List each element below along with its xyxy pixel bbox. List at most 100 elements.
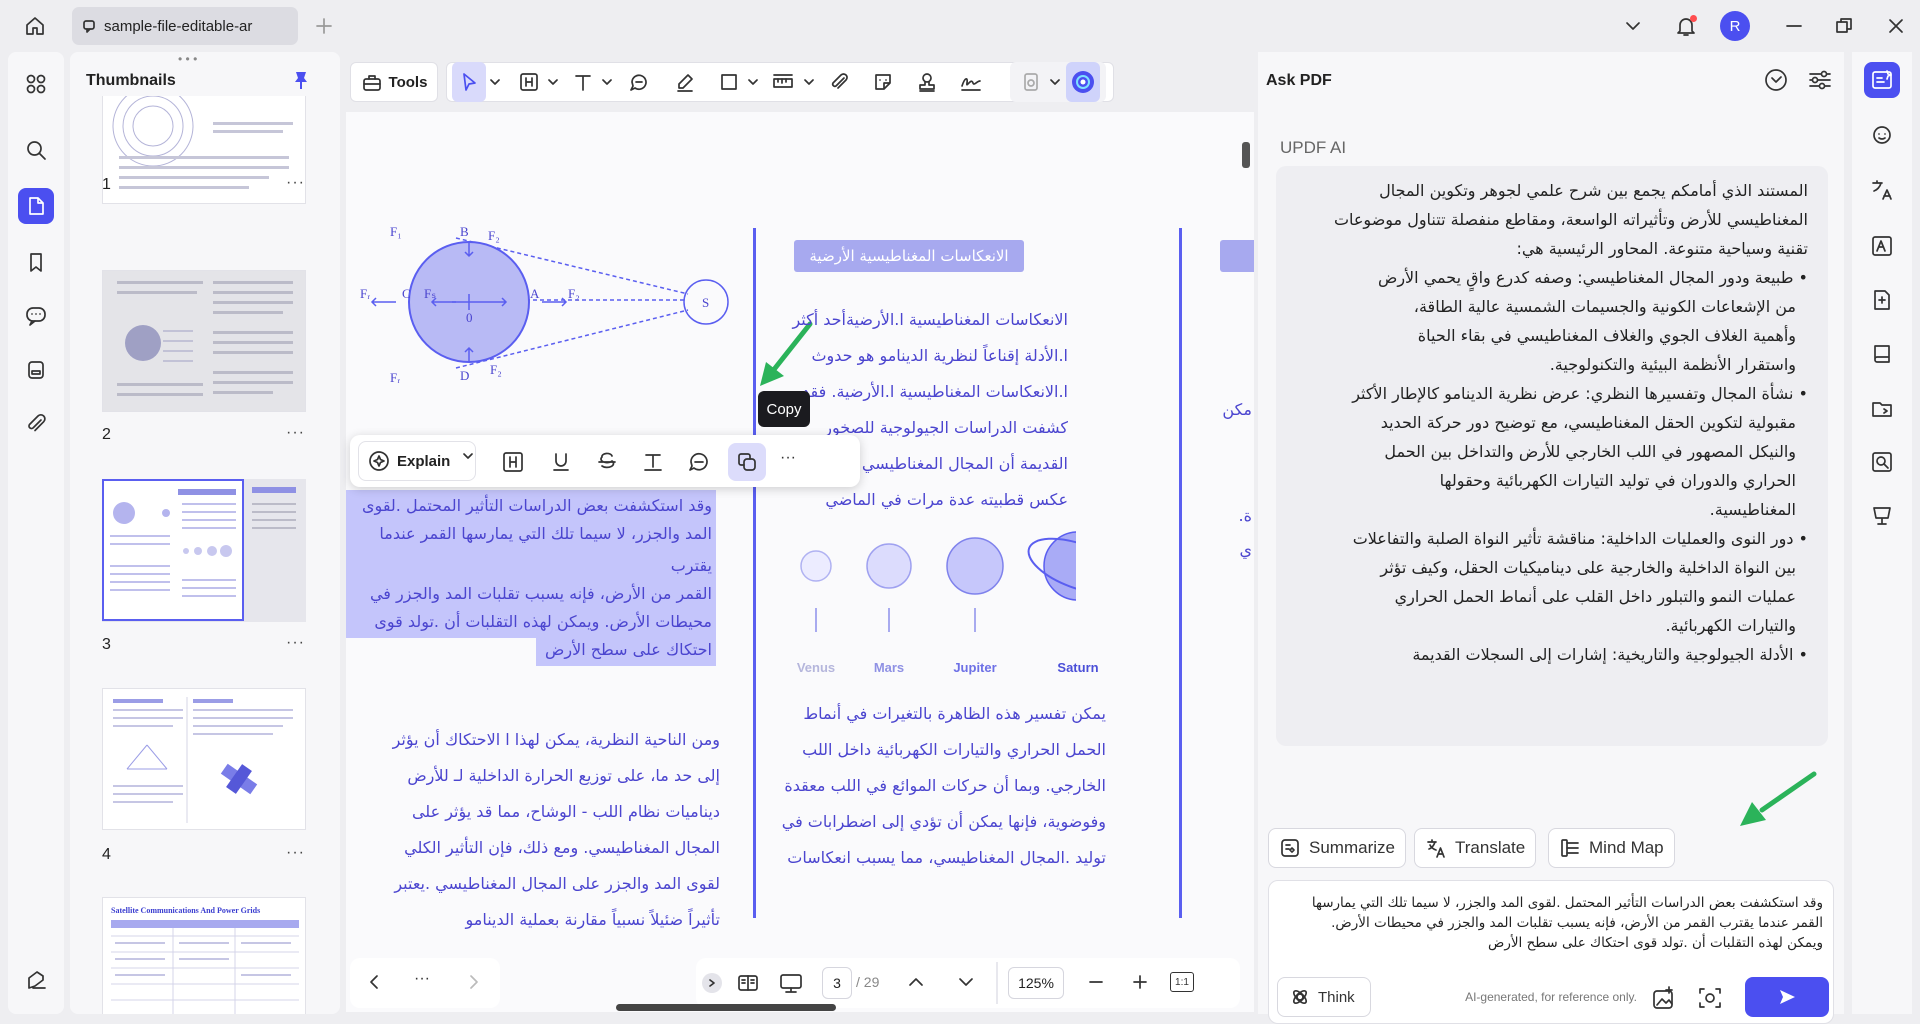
notification-bell-icon[interactable] [1670, 10, 1702, 42]
chat-bot-icon[interactable] [1864, 116, 1900, 152]
signature-tool-icon[interactable] [954, 62, 988, 102]
label-a: A [530, 286, 540, 301]
page-navigation: ··· 3 / 29 125% 1:1 [350, 958, 1240, 1011]
presentation-icon[interactable] [1864, 498, 1900, 534]
highlight-icon[interactable] [498, 447, 528, 477]
copy-button[interactable] [728, 443, 766, 481]
apps-grid-icon[interactable] [18, 66, 54, 102]
pencil-tool-icon[interactable] [668, 62, 702, 102]
thumbnails-title: Thumbnails [86, 72, 176, 89]
rectangle-tool-icon[interactable] [712, 62, 746, 102]
attachment-list-icon[interactable] [18, 352, 54, 388]
presentation-icon[interactable] [778, 971, 804, 995]
select-tool-icon[interactable] [452, 62, 486, 102]
document-tab[interactable]: sample-file-editable-ar [72, 7, 298, 45]
updf-ai-icon[interactable] [1066, 62, 1100, 102]
thumbnail-page-5[interactable]: Satellite Communications And Power Grids [102, 897, 306, 1014]
tools-label: Tools [388, 73, 428, 91]
thumbnail-page-3[interactable] [102, 479, 306, 622]
avatar[interactable]: R [1720, 11, 1750, 41]
signature-icon[interactable] [18, 962, 54, 998]
thumbnails-icon[interactable] [18, 188, 54, 224]
page-number-input[interactable]: 3 [822, 967, 852, 999]
more-button[interactable]: ··· [780, 449, 796, 467]
paragraph-line: المجال المغناطيسي. ومع ذلك، فإن التأثير … [404, 838, 720, 857]
measure-tool-icon[interactable] [766, 62, 800, 102]
sticker-tool-icon[interactable] [866, 62, 900, 102]
stamp-tool-icon[interactable] [910, 62, 944, 102]
settings-sliders-icon[interactable] [1806, 66, 1834, 94]
zoom-level[interactable]: 125% [1008, 967, 1064, 999]
edit-page-icon[interactable] [1864, 282, 1900, 318]
collapse-icon[interactable] [702, 973, 722, 993]
search-icon[interactable] [18, 132, 54, 168]
document-view[interactable]: F₁ B F₂ Fᵣ C Fₛ 0 A F₂ S Fᵣ D F₂ الانعكا… [346, 112, 1254, 1012]
chevron-down-icon[interactable] [600, 62, 614, 102]
mind-map-button[interactable]: Mind Map [1548, 828, 1675, 868]
bullet-line: والتيارات الكهربائية. [1665, 616, 1796, 635]
ai-disclaimer: AI-generated, for reference only. [1465, 990, 1637, 1004]
strikethrough-icon[interactable] [592, 447, 622, 477]
next-page-icon[interactable] [464, 972, 484, 992]
nav-more-button[interactable]: ··· [414, 970, 430, 988]
search-document-icon[interactable] [1864, 444, 1900, 480]
thumbnail-page-4[interactable] [102, 688, 306, 830]
chat-input-text[interactable]: وقد استكشفت بعض الدراسات التأثير المحتمل… [1283, 893, 1823, 953]
actual-size-icon[interactable]: 1:1 [1170, 972, 1194, 992]
comment-icon[interactable] [684, 447, 714, 477]
page-down-icon[interactable] [956, 972, 976, 992]
text-tool-icon[interactable] [566, 62, 600, 102]
book-icon[interactable] [1864, 336, 1900, 372]
translate-button[interactable]: Translate [1414, 828, 1537, 868]
scroll-indicator[interactable] [1242, 142, 1250, 168]
new-tab-icon[interactable] [308, 10, 340, 42]
thumbnail-page-2[interactable] [102, 270, 306, 412]
zoom-in-icon[interactable] [1130, 972, 1150, 992]
convert-tool-icon[interactable] [1014, 62, 1048, 102]
ocr-icon[interactable] [1864, 228, 1900, 264]
chevron-down-icon[interactable] [1048, 62, 1062, 102]
chevron-down-icon[interactable] [746, 62, 760, 102]
folder-export-icon[interactable] [1864, 390, 1900, 426]
bookmark-icon[interactable] [18, 244, 54, 280]
thumbnail-page-1[interactable] [102, 96, 306, 204]
previous-page-icon[interactable] [364, 972, 384, 992]
summarize-button[interactable]: Summarize [1268, 828, 1406, 868]
squiggly-text-icon[interactable] [638, 447, 668, 477]
restore-icon[interactable] [1828, 10, 1860, 42]
home-icon[interactable] [19, 10, 51, 42]
comment-list-icon[interactable] [18, 298, 54, 334]
explain-button[interactable]: Explain [358, 441, 476, 481]
page-up-icon[interactable] [906, 972, 926, 992]
thumbnail-more-button[interactable]: ··· [286, 634, 305, 652]
minimize-icon[interactable] [1778, 10, 1810, 42]
thumbnail-more-button[interactable]: ··· [286, 424, 305, 442]
paragraph-line: ا.الأدلة إقناعاً لنظرية الدينامو هو حدوث [811, 346, 1068, 365]
selected-paragraph[interactable]: وقد استكشفت بعض الدراسات التأثير المحتمل… [346, 490, 716, 666]
thumbnail-more-button[interactable]: ··· [286, 174, 305, 192]
attach-tool-icon[interactable] [822, 62, 856, 102]
underline-icon[interactable] [546, 447, 576, 477]
thumbnail-more-button[interactable]: ··· [286, 844, 305, 862]
chevron-down-icon[interactable] [546, 62, 560, 102]
label-c: C [402, 286, 411, 301]
panel-drag-handle[interactable]: • • • [178, 52, 197, 66]
pin-icon[interactable] [292, 70, 310, 90]
translate-icon[interactable] [1864, 172, 1900, 208]
chevron-down-icon[interactable] [462, 451, 474, 461]
page-layout-icon[interactable] [736, 971, 760, 995]
chevron-down-icon[interactable] [488, 62, 502, 102]
paperclip-icon[interactable] [18, 406, 54, 442]
comment-tool-icon[interactable] [622, 62, 656, 102]
history-icon[interactable] [1762, 66, 1790, 94]
horizontal-scrollbar[interactable] [616, 1004, 836, 1011]
chevron-down-icon[interactable] [802, 62, 816, 102]
close-icon[interactable] [1880, 10, 1912, 42]
response-line: المغناطيسي للأرض وتأثيراته الواسعة، ومقا… [1333, 210, 1808, 229]
tools-button[interactable]: Tools [350, 62, 438, 102]
label-b: B [460, 224, 469, 239]
highlight-tool-icon[interactable] [512, 62, 546, 102]
zoom-out-icon[interactable] [1086, 972, 1106, 992]
ask-pdf-icon[interactable] [1864, 62, 1900, 98]
chevron-down-icon[interactable] [1617, 10, 1649, 42]
